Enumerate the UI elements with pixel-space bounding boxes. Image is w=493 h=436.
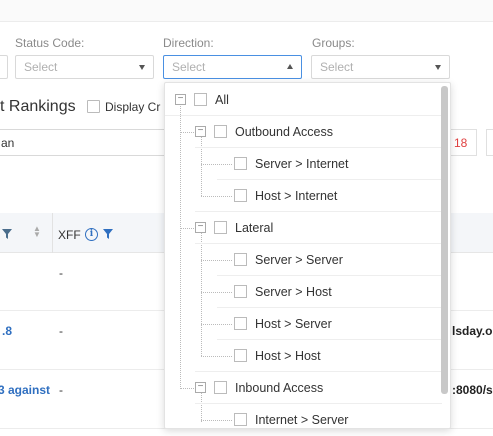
tree-node-label: Lateral: [235, 221, 274, 235]
rankings-title: t Rankings: [0, 98, 76, 115]
pagination-page-button[interactable]: 18: [447, 129, 477, 156]
display-checkbox-label: Display Cr: [105, 100, 161, 114]
dropdown-scrollbar[interactable]: [441, 86, 448, 394]
search-input[interactable]: an: [0, 129, 171, 156]
tree-node-label: All: [215, 93, 229, 107]
collapse-icon[interactable]: −: [195, 126, 206, 137]
direction-placeholder: Select: [172, 60, 206, 74]
tree-checkbox[interactable]: [214, 381, 227, 394]
column-divider: [52, 213, 53, 253]
table-link-cell[interactable]: .8: [2, 324, 12, 338]
status-code-label: Status Code:: [15, 36, 85, 50]
tree-node-outbound-access[interactable]: − Outbound Access: [165, 116, 442, 148]
tree-node-all[interactable]: − All: [165, 84, 442, 116]
filter-icon[interactable]: [103, 229, 113, 239]
tree-node-label: Inbound Access: [235, 381, 324, 395]
xff-cell: -: [59, 324, 63, 338]
display-checkbox[interactable]: Display Cr: [87, 100, 160, 114]
collapse-icon[interactable]: −: [195, 222, 206, 233]
table-cell-right: :8080/s: [452, 383, 493, 397]
table-cell-right: lsday.o: [452, 324, 493, 338]
collapse-icon[interactable]: −: [195, 382, 206, 393]
tree-node-host-server[interactable]: Host > Server: [165, 308, 442, 340]
table-link-cell[interactable]: 3 against: [0, 383, 50, 397]
tree-node-label: Server > Internet: [255, 157, 349, 171]
tree-node-label: Outbound Access: [235, 125, 333, 139]
tree-node-lateral[interactable]: − Lateral: [165, 212, 442, 244]
status-code-placeholder: Select: [24, 60, 58, 74]
tree-node-label: Host > Host: [255, 349, 321, 363]
tree-node-label: Internet > Server: [255, 413, 349, 427]
chevron-up-icon: [287, 64, 293, 69]
tree-checkbox[interactable]: [234, 285, 247, 298]
tree-node-label: Server > Server: [255, 253, 343, 267]
direction-dropdown: − All − Outbound Access Server > Interne…: [164, 82, 451, 429]
search-input-value: an: [1, 136, 15, 150]
chevron-down-icon: [435, 65, 441, 70]
tree-node-server-internet[interactable]: Server > Internet: [165, 148, 442, 180]
tree-checkbox[interactable]: [234, 349, 247, 362]
tree-node-server-server[interactable]: Server > Server: [165, 244, 442, 276]
tree-node-label: Host > Internet: [255, 189, 338, 203]
tree-node-inbound-access[interactable]: − Inbound Access: [165, 372, 442, 404]
xff-column-header: XFF: [58, 228, 81, 242]
tree-node-label: Host > Server: [255, 317, 332, 331]
xff-cell: -: [59, 266, 63, 280]
checkbox-box[interactable]: [87, 100, 100, 114]
filter-icon[interactable]: [2, 229, 12, 239]
pagination-next-button[interactable]: [486, 129, 493, 156]
tree-node-host-host[interactable]: Host > Host: [165, 340, 442, 372]
tree-checkbox[interactable]: [234, 253, 247, 266]
info-icon[interactable]: i: [85, 228, 98, 241]
sort-icon[interactable]: ▲ ▼: [33, 225, 41, 239]
groups-select[interactable]: Select: [311, 55, 450, 79]
groups-label: Groups:: [312, 36, 355, 50]
tree-checkbox[interactable]: [234, 317, 247, 330]
tree-checkbox[interactable]: [234, 189, 247, 202]
tree-node-server-host[interactable]: Server > Host: [165, 276, 442, 308]
tree-checkbox[interactable]: [194, 93, 207, 106]
tree-node-label: Server > Host: [255, 285, 332, 299]
chevron-down-icon: [139, 65, 145, 70]
pagination-page-number: 18: [454, 136, 468, 150]
direction-select[interactable]: Select: [163, 55, 302, 79]
xff-cell: -: [59, 383, 63, 397]
direction-label: Direction:: [163, 36, 214, 50]
groups-placeholder: Select: [320, 60, 354, 74]
previous-filter-select[interactable]: [0, 55, 8, 79]
tree-node-host-internet[interactable]: Host > Internet: [165, 180, 442, 212]
status-code-select[interactable]: Select: [15, 55, 154, 79]
tree-checkbox[interactable]: [234, 157, 247, 170]
tree-checkbox[interactable]: [214, 125, 227, 138]
top-toolbar-strip: [0, 0, 493, 22]
tree-checkbox[interactable]: [214, 221, 227, 234]
collapse-icon[interactable]: −: [175, 94, 186, 105]
tree-node-internet-server[interactable]: Internet > Server: [165, 404, 442, 428]
tree-checkbox[interactable]: [234, 413, 247, 426]
